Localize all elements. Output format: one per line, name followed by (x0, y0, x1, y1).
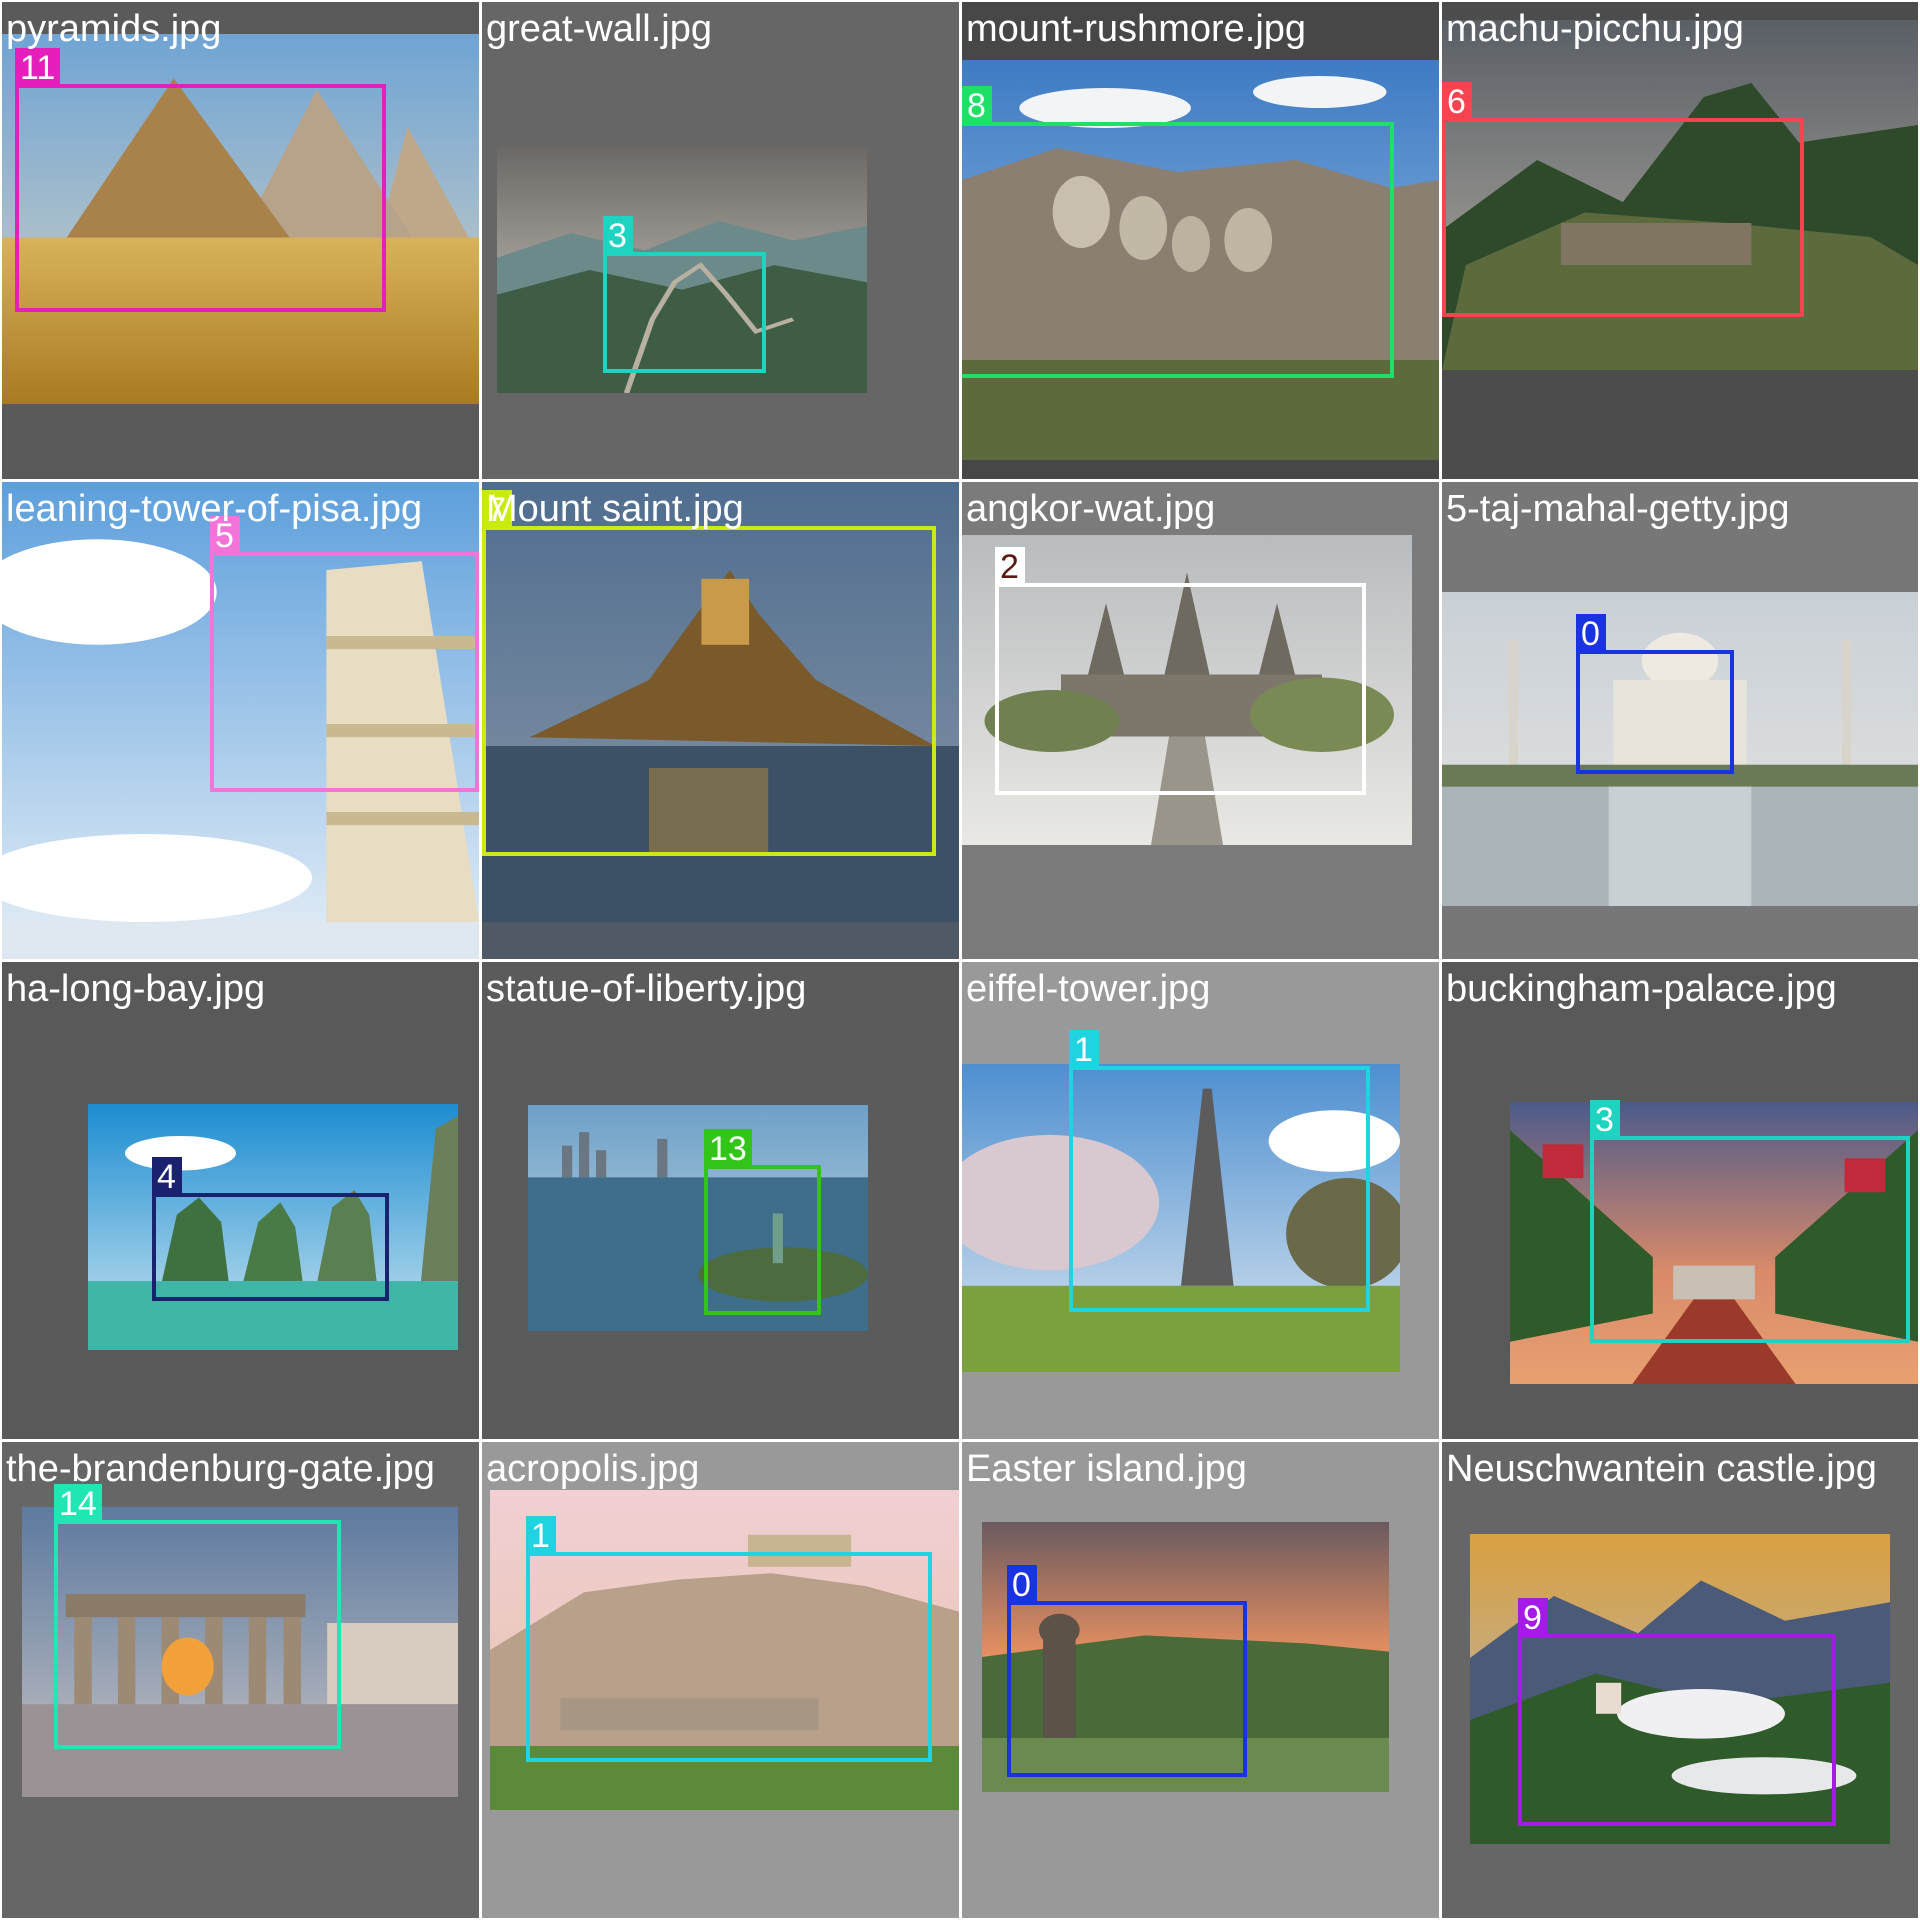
image-tile-ha-long-bay[interactable]: ha-long-bay.jpg 4 (2, 962, 479, 1439)
image-filename: Mount saint.jpg (486, 488, 744, 530)
detection-label: 1 (526, 1516, 556, 1556)
detection-box: 5 (210, 516, 479, 792)
image-filename: leaning-tower-of-pisa.jpg (6, 488, 423, 530)
image-tile-statue-of-liberty[interactable]: statue-of-liberty.jpg 13 (482, 962, 959, 1439)
image-tile-pyramids[interactable]: pyramids.jpg 11 (2, 2, 479, 479)
image-tile-buckingham-palace[interactable]: buckingham-palace.jpg 3 (1442, 962, 1918, 1439)
detection-label: 11 (15, 48, 61, 88)
image-tile-angkor-wat[interactable]: angkor-wat.jpg 2 (962, 482, 1439, 959)
detection-box: 3 (1590, 1100, 1910, 1343)
image-filename: mount-rushmore.jpg (966, 8, 1307, 50)
image-filename: great-wall.jpg (486, 8, 712, 50)
image-filename: pyramids.jpg (6, 8, 222, 50)
detection-box: 1 (1069, 1030, 1370, 1312)
image-tile-leaning-tower-of-pisa[interactable]: leaning-tower-of-pisa.jpg 5 (2, 482, 479, 959)
image-tile-mount-saint[interactable]: Mount saint.jpg 7 (482, 482, 959, 959)
image-tile-taj-mahal[interactable]: 5-taj-mahal-getty.jpg 0 (1442, 482, 1918, 959)
image-filename: statue-of-liberty.jpg (486, 968, 807, 1010)
image-filename: Neuschwantein castle.jpg (1446, 1448, 1877, 1490)
detection-box: 1 (526, 1516, 932, 1762)
image-filename: angkor-wat.jpg (966, 488, 1216, 530)
image-tile-great-wall[interactable]: great-wall.jpg 3 (482, 2, 959, 479)
image-tile-eiffel-tower[interactable]: eiffel-tower.jpg 1 (962, 962, 1439, 1439)
detection-box: 9 (1518, 1598, 1836, 1826)
image-tile-mount-rushmore[interactable]: mount-rushmore.jpg 8 (962, 2, 1439, 479)
image-filename: Easter island.jpg (966, 1448, 1247, 1490)
detection-label: 0 (1007, 1565, 1037, 1605)
image-tile-acropolis[interactable]: acropolis.jpg 1 (482, 1442, 959, 1918)
image-filename: buckingham-palace.jpg (1446, 968, 1837, 1010)
detection-box: 11 (15, 48, 386, 312)
detection-label: 1 (1069, 1030, 1099, 1070)
detection-box: 13 (704, 1129, 821, 1315)
image-filename: eiffel-tower.jpg (966, 968, 1211, 1010)
image-tile-neuschwanstein-castle[interactable]: Neuschwantein castle.jpg 9 (1442, 1442, 1918, 1918)
image-filename: machu-picchu.jpg (1446, 8, 1744, 50)
image-tile-machu-picchu[interactable]: machu-picchu.jpg 6 (1442, 2, 1918, 479)
detection-box: 8 (962, 86, 1394, 378)
detection-box: 0 (1007, 1565, 1247, 1777)
detection-label: 6 (1442, 82, 1472, 122)
image-filename: 5-taj-mahal-getty.jpg (1446, 488, 1790, 530)
detection-label: 13 (704, 1129, 752, 1169)
image-filename: ha-long-bay.jpg (6, 968, 266, 1010)
detection-label: 8 (962, 86, 992, 126)
detection-label: 0 (1576, 614, 1606, 654)
image-tile-easter-island[interactable]: Easter island.jpg 0 (962, 1442, 1439, 1918)
detection-box: 14 (54, 1484, 341, 1749)
detection-box: 7 (482, 490, 936, 856)
detection-label: 3 (603, 216, 633, 256)
image-tile-the-brandenburg-gate[interactable]: the-brandenburg-gate.jpg 14 (2, 1442, 479, 1918)
detection-label: 3 (1590, 1100, 1620, 1140)
detection-box: 3 (603, 216, 766, 373)
detection-box: 6 (1442, 82, 1804, 317)
detection-label: 9 (1518, 1598, 1548, 1638)
detection-results-grid: pyramids.jpg 11 great-wall.jpg 3 mount-r… (0, 0, 1920, 1920)
detection-box: 2 (995, 547, 1366, 795)
image-filename: the-brandenburg-gate.jpg (6, 1448, 435, 1490)
image-filename: acropolis.jpg (486, 1448, 700, 1490)
detection-label: 2 (995, 547, 1025, 587)
detection-label: 4 (152, 1157, 182, 1197)
detection-box: 0 (1576, 614, 1734, 774)
detection-box: 4 (152, 1157, 389, 1301)
